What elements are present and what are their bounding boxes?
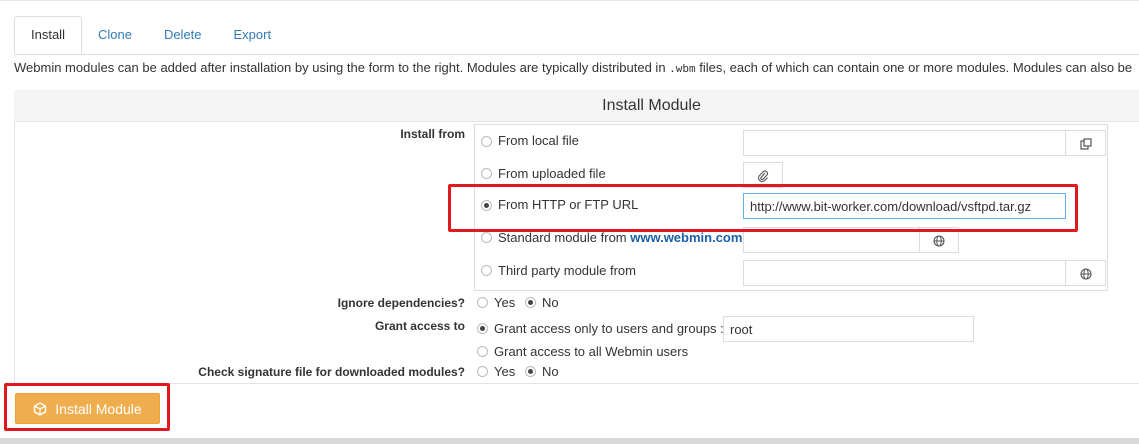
- radio-grant-all[interactable]: [477, 346, 488, 357]
- third-party-chooser[interactable]: [1065, 260, 1106, 286]
- wbm-code: .wbm: [669, 62, 696, 75]
- radio-third-party[interactable]: [481, 265, 492, 276]
- tab-bar: Install Clone Delete Export: [14, 16, 287, 54]
- panel-title: Install Module: [14, 90, 1139, 122]
- button-highlight-box: [4, 383, 170, 431]
- radio-ignore-no[interactable]: [525, 297, 536, 308]
- url-highlight-box: [448, 184, 1078, 232]
- ignore-yes-label: Yes: [494, 295, 516, 310]
- third-party-label: Third party module from: [498, 263, 636, 278]
- radio-uploaded-file[interactable]: [481, 168, 492, 179]
- ignore-no-label: No: [542, 295, 559, 310]
- local-file-label: From local file: [498, 133, 579, 148]
- copy-icon: [1079, 138, 1092, 150]
- tab-install[interactable]: Install: [14, 16, 82, 54]
- uploaded-file-label: From uploaded file: [498, 166, 606, 181]
- tab-delete[interactable]: Delete: [148, 16, 218, 54]
- tab-divider: [14, 54, 1139, 55]
- top-border: [0, 0, 1139, 1]
- file-chooser-button[interactable]: [1065, 130, 1106, 156]
- description-text: Webmin modules can be added after instal…: [14, 60, 1133, 75]
- paperclip-icon: [758, 170, 769, 182]
- radio-sig-no[interactable]: [525, 366, 536, 377]
- third-party-input[interactable]: [743, 260, 1066, 286]
- tab-clone[interactable]: Clone: [82, 16, 148, 54]
- sig-yes-label: Yes: [494, 364, 516, 379]
- ignore-deps-label: Ignore dependencies?: [337, 296, 465, 310]
- install-from-label: Install from: [400, 127, 465, 141]
- sig-no-label: No: [542, 364, 559, 379]
- globe-icon: [1079, 268, 1092, 280]
- local-file-input[interactable]: [743, 130, 1066, 156]
- radio-standard-module[interactable]: [481, 232, 492, 243]
- grant-access-label: Grant access to: [374, 319, 465, 333]
- tab-export[interactable]: Export: [218, 16, 288, 54]
- grant-users-label: Grant access only to users and groups :: [494, 321, 724, 336]
- grant-users-input[interactable]: [723, 316, 974, 342]
- radio-local-file[interactable]: [481, 136, 492, 147]
- check-sig-label: Check signature file for downloaded modu…: [198, 365, 465, 379]
- webmin-link[interactable]: www.webmin.com: [630, 230, 742, 245]
- grant-all-label: Grant access to all Webmin users: [494, 344, 689, 359]
- radio-sig-yes[interactable]: [477, 366, 488, 377]
- bottom-bar: [0, 438, 1139, 444]
- radio-ignore-yes[interactable]: [477, 297, 488, 308]
- radio-grant-users[interactable]: [477, 323, 488, 334]
- standard-module-label: Standard module from www.webmin.com: [498, 230, 743, 245]
- globe-icon: [933, 235, 945, 247]
